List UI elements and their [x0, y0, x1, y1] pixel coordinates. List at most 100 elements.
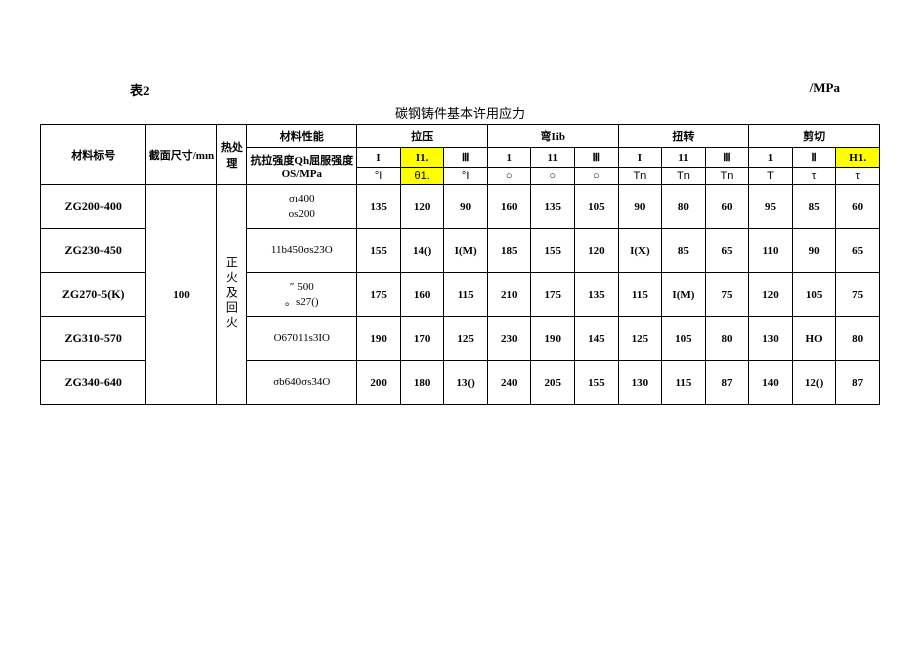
value: 130: [749, 317, 793, 361]
value: 190: [357, 317, 401, 361]
value: 75: [836, 273, 880, 317]
value: 85: [662, 229, 706, 273]
value: 120: [575, 229, 619, 273]
s: ○: [487, 168, 531, 185]
s: °I: [444, 168, 488, 185]
value: 60: [836, 185, 880, 229]
property: ″ 500。s27(): [247, 273, 357, 317]
h: Ⅲ: [444, 148, 488, 168]
value: 87: [836, 361, 880, 405]
h: Ⅱ: [792, 148, 836, 168]
value: 120: [749, 273, 793, 317]
group-bend: 弯Iib: [487, 125, 618, 148]
value: 105: [792, 273, 836, 317]
s: τ: [792, 168, 836, 185]
value: 80: [705, 317, 749, 361]
unit-label: /MPa: [810, 80, 840, 99]
value: 230: [487, 317, 531, 361]
value: 95: [749, 185, 793, 229]
value: 115: [444, 273, 488, 317]
value: 140: [749, 361, 793, 405]
s: Tn: [662, 168, 706, 185]
value: 240: [487, 361, 531, 405]
material: ZG310-570: [41, 317, 146, 361]
material: ZG340-640: [41, 361, 146, 405]
s: ○: [531, 168, 575, 185]
value: 80: [662, 185, 706, 229]
value: 125: [444, 317, 488, 361]
value: 120: [400, 185, 444, 229]
value: 200: [357, 361, 401, 405]
value: 135: [357, 185, 401, 229]
s: τ: [836, 168, 880, 185]
h: 1: [749, 148, 793, 168]
material: ZG200-400: [41, 185, 146, 229]
s: Tn: [705, 168, 749, 185]
table-number: 表2: [130, 80, 150, 99]
material: ZG230-450: [41, 229, 146, 273]
group-shear: 剪切: [749, 125, 880, 148]
property: 11b450σs23O: [247, 229, 357, 273]
value: 170: [400, 317, 444, 361]
stress-table: 材料标号 截面尺寸/mın 热处理 材料性能 拉压 弯Iib 扭转 剪切 抗拉强…: [40, 124, 880, 405]
value: 135: [575, 273, 619, 317]
value: 80: [836, 317, 880, 361]
value: 85: [792, 185, 836, 229]
value: 175: [357, 273, 401, 317]
material: ZG270-5(K): [41, 273, 146, 317]
col-section: 截面尺寸/mın: [146, 125, 217, 185]
value: 205: [531, 361, 575, 405]
h: 1: [487, 148, 531, 168]
value: 105: [575, 185, 619, 229]
value: 160: [400, 273, 444, 317]
value: 90: [444, 185, 488, 229]
s: θ1.: [400, 168, 444, 185]
value: 90: [792, 229, 836, 273]
h: I: [357, 148, 401, 168]
value: 87: [705, 361, 749, 405]
h: H1.: [836, 148, 880, 168]
s: ○: [575, 168, 619, 185]
value: 180: [400, 361, 444, 405]
value: 155: [357, 229, 401, 273]
h: 11: [531, 148, 575, 168]
value: 105: [662, 317, 706, 361]
value: 90: [618, 185, 662, 229]
value: 185: [487, 229, 531, 273]
value: I(M): [662, 273, 706, 317]
table-title: 碳钢铸件基本许用应力: [40, 103, 880, 122]
value: 14(): [400, 229, 444, 273]
value: 115: [618, 273, 662, 317]
h: Ⅲ: [575, 148, 619, 168]
property: O67011s3IO: [247, 317, 357, 361]
value: 155: [531, 229, 575, 273]
value: I(X): [618, 229, 662, 273]
col-property: 材料性能: [247, 125, 357, 148]
value: 60: [705, 185, 749, 229]
s: T: [749, 168, 793, 185]
group-torsion: 扭转: [618, 125, 749, 148]
col-heat: 热处理: [217, 125, 247, 185]
s: °I: [357, 168, 401, 185]
value: 135: [531, 185, 575, 229]
h: 11: [662, 148, 706, 168]
value: 75: [705, 273, 749, 317]
value: 130: [618, 361, 662, 405]
col-property-detail: 抗拉强度Qh屈服强度OS/MPa: [247, 148, 357, 185]
s: Tn: [618, 168, 662, 185]
heat-treatment: 正火及回火: [217, 185, 247, 405]
value: 145: [575, 317, 619, 361]
value: I(M): [444, 229, 488, 273]
group-tension: 拉压: [357, 125, 488, 148]
property: σı400os200: [247, 185, 357, 229]
property: σb640σs34O: [247, 361, 357, 405]
value: 190: [531, 317, 575, 361]
h: Ⅲ: [705, 148, 749, 168]
h: I: [618, 148, 662, 168]
value: 65: [705, 229, 749, 273]
value: 65: [836, 229, 880, 273]
value: HO: [792, 317, 836, 361]
value: 160: [487, 185, 531, 229]
value: 125: [618, 317, 662, 361]
value: 155: [575, 361, 619, 405]
